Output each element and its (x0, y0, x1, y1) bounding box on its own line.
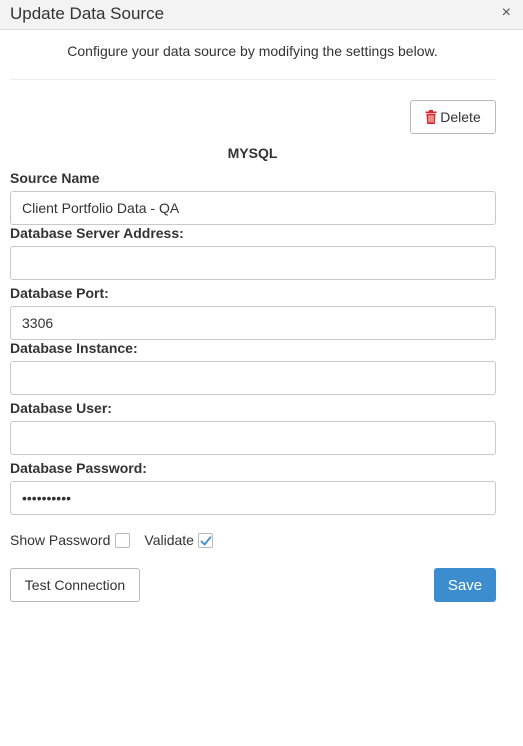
validate-label: Validate (144, 532, 194, 548)
save-button[interactable]: Save (434, 568, 496, 602)
instance-label: Database Instance: (10, 340, 138, 356)
source-type-heading: MYSQL (227, 145, 278, 161)
dialog-subtitle: Configure your data source by modifying … (67, 43, 438, 59)
server-address-input[interactable] (10, 246, 496, 280)
trash-icon (425, 110, 437, 124)
user-input[interactable] (10, 421, 496, 455)
delete-button[interactable]: Delete (410, 100, 496, 134)
test-connection-button[interactable]: Test Connection (10, 568, 140, 602)
port-label: Database Port: (10, 285, 109, 301)
user-label: Database User: (10, 400, 112, 416)
options-row: Show Password Validate (10, 531, 213, 549)
port-input[interactable] (10, 306, 496, 340)
show-password-checkbox[interactable] (115, 532, 131, 548)
server-address-label: Database Server Address: (10, 225, 184, 241)
delete-button-label: Delete (440, 109, 481, 125)
close-icon[interactable]: × (502, 5, 511, 21)
password-label: Database Password: (10, 460, 147, 476)
instance-input[interactable] (10, 361, 496, 395)
dialog-titlebar: Update Data Source × (0, 0, 523, 30)
checkmark-icon (200, 535, 212, 545)
source-name-input[interactable] (10, 191, 496, 225)
validate-checkbox[interactable] (197, 532, 213, 548)
divider (10, 79, 496, 80)
password-input[interactable] (10, 481, 496, 515)
show-password-label: Show Password (10, 532, 111, 548)
source-name-label: Source Name (10, 170, 100, 186)
dialog-title: Update Data Source (10, 4, 165, 23)
